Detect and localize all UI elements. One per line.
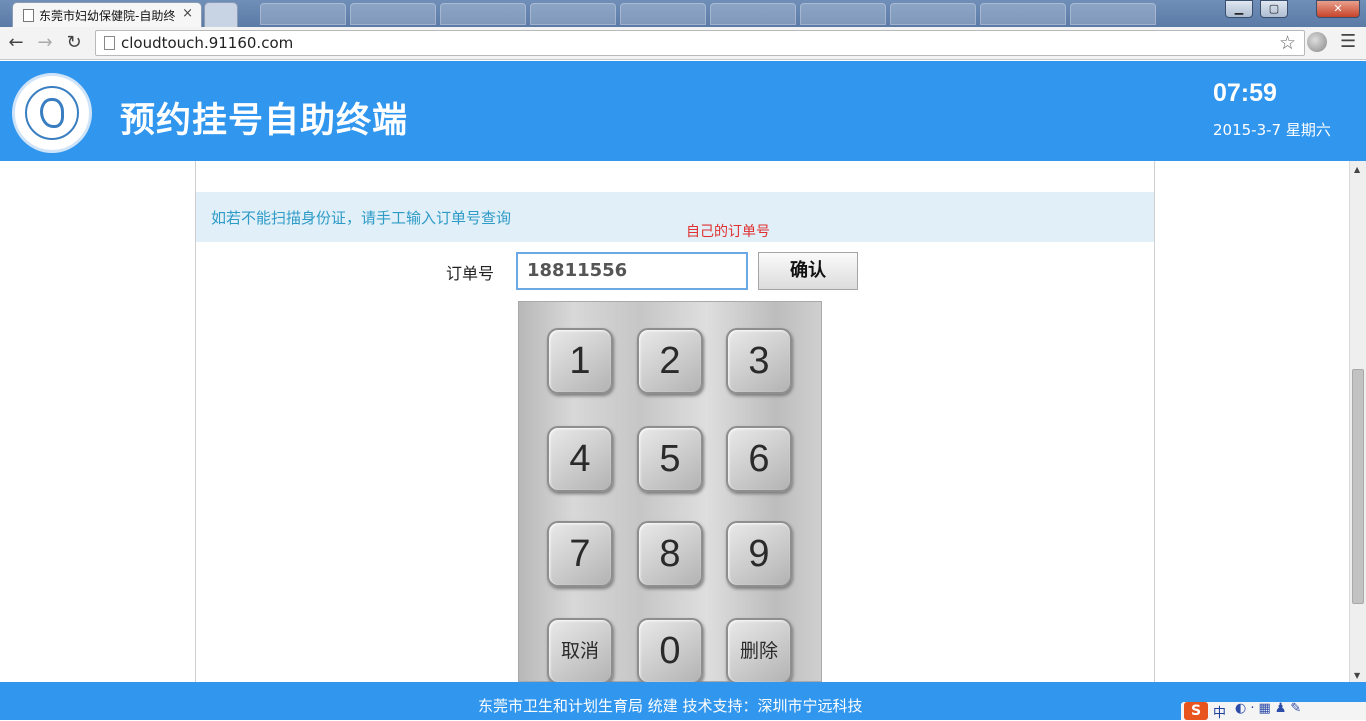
- close-window-button[interactable]: ✕: [1316, 0, 1360, 18]
- page-scrollbar[interactable]: ▲ ▼: [1349, 161, 1366, 682]
- key-4[interactable]: 4: [547, 426, 613, 492]
- notice-text: 如若不能扫描身份证，请手工输入订单号查询: [211, 209, 512, 227]
- browser-tab[interactable]: [620, 3, 706, 25]
- page-footer: 东莞市卫生和计划生育局 统建 技术支持：深圳市宁远科技 S 中 ◐·▦♟✎: [0, 682, 1366, 721]
- numeric-keypad: 1 2 3 4 5 6 7 8 9 取消 0 删除: [518, 301, 822, 684]
- browser-tab[interactable]: [440, 3, 526, 25]
- maximize-button[interactable]: ▢: [1260, 0, 1288, 18]
- key-9[interactable]: 9: [726, 521, 792, 587]
- ime-logo-icon[interactable]: S: [1184, 702, 1208, 720]
- browser-tab[interactable]: [260, 3, 346, 25]
- tab-close-icon[interactable]: ×: [182, 6, 193, 21]
- browser-tab-active[interactable]: 东莞市妇幼保健院-自助终 ×: [12, 2, 202, 27]
- order-number-label: 订单号: [446, 264, 495, 283]
- browser-tab[interactable]: [890, 3, 976, 25]
- menu-icon[interactable]: ☰: [1340, 31, 1356, 52]
- footer-credits: 东莞市卫生和计划生育局 统建 技术支持：深圳市宁远科技: [478, 697, 863, 715]
- minimize-button[interactable]: ▁: [1225, 0, 1253, 18]
- back-arrow-icon[interactable]: ←: [5, 32, 27, 54]
- browser-tab[interactable]: [710, 3, 796, 25]
- logo-mark-icon: [40, 98, 64, 128]
- key-5[interactable]: 5: [637, 426, 703, 492]
- browser-tab[interactable]: [980, 3, 1066, 25]
- browser-tab[interactable]: [350, 3, 436, 25]
- key-8[interactable]: 8: [637, 521, 703, 587]
- key-6[interactable]: 6: [726, 426, 792, 492]
- key-3[interactable]: 3: [726, 328, 792, 394]
- browser-tab[interactable]: [1070, 3, 1156, 25]
- page-icon: [23, 9, 34, 22]
- browser-tab-strip: 东莞市妇幼保健院-自助终 × ▁ ▢ ✕: [0, 0, 1366, 27]
- ime-tool-icons[interactable]: ◐·▦♟✎: [1235, 701, 1305, 716]
- tab-title: 东莞市妇幼保健院-自助终: [39, 9, 176, 23]
- confirm-button[interactable]: 确认: [758, 252, 858, 290]
- key-delete[interactable]: 删除: [726, 618, 792, 684]
- address-bar[interactable]: cloudtouch.91160.com ☆: [95, 30, 1305, 56]
- scroll-up-arrow-icon[interactable]: ▲: [1354, 165, 1360, 174]
- bookmark-star-icon[interactable]: ☆: [1279, 32, 1296, 54]
- clock-time: 07:59: [1213, 79, 1277, 107]
- page-icon: [104, 36, 115, 50]
- browser-toolbar: ← → ↻ cloudtouch.91160.com ☆ ☰: [0, 27, 1366, 60]
- browser-tab[interactable]: [800, 3, 886, 25]
- extension-globe-icon[interactable]: [1307, 32, 1327, 52]
- order-number-input[interactable]: 18811556: [516, 252, 748, 290]
- key-7[interactable]: 7: [547, 521, 613, 587]
- page-title: 预约挂号自助终端: [120, 101, 409, 141]
- annotation-note: 自己的订单号: [686, 224, 770, 240]
- scroll-down-arrow-icon[interactable]: ▼: [1354, 671, 1360, 680]
- reload-icon[interactable]: ↻: [63, 32, 85, 54]
- url-text[interactable]: cloudtouch.91160.com: [121, 34, 293, 52]
- scroll-thumb[interactable]: [1352, 369, 1364, 604]
- app-header: 预约挂号自助终端 07:59 2015-3-7 星期六: [0, 61, 1366, 161]
- logo-ring: [25, 86, 79, 140]
- hospital-logo: [12, 73, 92, 153]
- browser-tab[interactable]: [530, 3, 616, 25]
- new-tab-button[interactable]: [204, 2, 238, 27]
- notice-banner: 如若不能扫描身份证，请手工输入订单号查询: [196, 192, 1154, 242]
- key-2[interactable]: 2: [637, 328, 703, 394]
- main-content: 如若不能扫描身份证，请手工输入订单号查询 自己的订单号 订单号 18811556…: [195, 161, 1155, 684]
- forward-arrow-icon[interactable]: →: [34, 32, 56, 54]
- ime-toolbar[interactable]: S 中 ◐·▦♟✎: [1181, 701, 1366, 721]
- clock-date: 2015-3-7 星期六: [1213, 121, 1331, 139]
- ime-language-indicator[interactable]: 中: [1213, 702, 1226, 721]
- key-0[interactable]: 0: [637, 618, 703, 684]
- key-cancel[interactable]: 取消: [547, 618, 613, 684]
- key-1[interactable]: 1: [547, 328, 613, 394]
